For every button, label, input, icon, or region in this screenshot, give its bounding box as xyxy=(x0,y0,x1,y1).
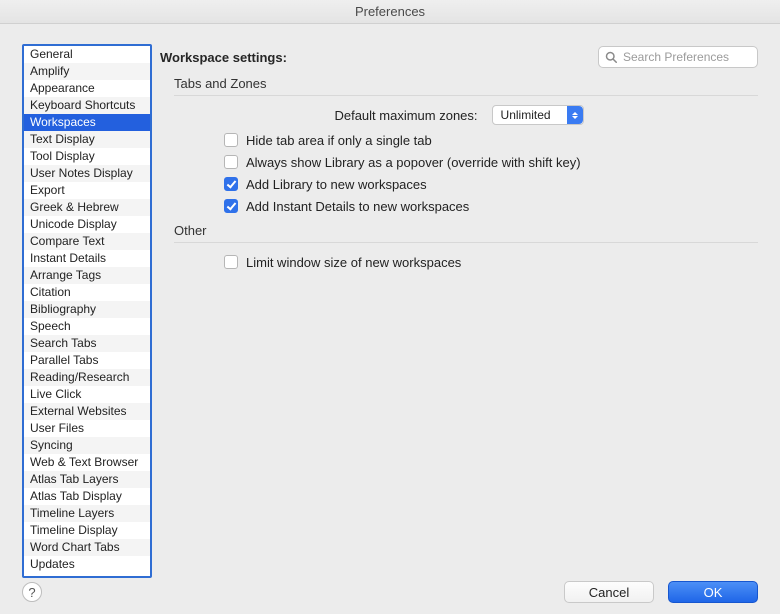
sidebar-item-general[interactable]: General xyxy=(24,46,150,63)
default-max-zones-select[interactable]: Unlimited xyxy=(492,105,584,125)
tabs-zones-checkbox-1[interactable] xyxy=(224,155,238,169)
sidebar-item-web-text-browser[interactable]: Web & Text Browser xyxy=(24,454,150,471)
sidebar-item-unicode-display[interactable]: Unicode Display xyxy=(24,216,150,233)
other-row: Limit window size of new workspaces xyxy=(160,251,758,273)
help-button[interactable]: ? xyxy=(22,582,42,602)
section-tabs-zones-label: Tabs and Zones xyxy=(160,76,758,91)
tabs-zones-checkbox-0[interactable] xyxy=(224,133,238,147)
sidebar-item-external-websites[interactable]: External Websites xyxy=(24,403,150,420)
sidebar-item-word-chart-tabs[interactable]: Word Chart Tabs xyxy=(24,539,150,556)
sidebar-item-text-display[interactable]: Text Display xyxy=(24,131,150,148)
sidebar-item-timeline-layers[interactable]: Timeline Layers xyxy=(24,505,150,522)
preferences-sidebar: GeneralAmplifyAppearanceKeyboard Shortcu… xyxy=(22,44,152,578)
tabs-zones-checkbox-3[interactable] xyxy=(224,199,238,213)
tabs-zones-label-2: Add Library to new workspaces xyxy=(246,177,427,192)
sidebar-item-instant-details[interactable]: Instant Details xyxy=(24,250,150,267)
search-input[interactable] xyxy=(621,49,751,65)
sidebar-item-amplify[interactable]: Amplify xyxy=(24,63,150,80)
tabs-zones-row: Always show Library as a popover (overri… xyxy=(160,151,758,173)
tabs-zones-label-1: Always show Library as a popover (overri… xyxy=(246,155,581,170)
divider xyxy=(174,242,758,243)
sidebar-item-timeline-display[interactable]: Timeline Display xyxy=(24,522,150,539)
sidebar-item-citation[interactable]: Citation xyxy=(24,284,150,301)
default-max-zones-value: Unlimited xyxy=(501,108,551,122)
sidebar-item-user-files[interactable]: User Files xyxy=(24,420,150,437)
sidebar-item-workspaces[interactable]: Workspaces xyxy=(24,114,150,131)
sidebar-item-speech[interactable]: Speech xyxy=(24,318,150,335)
sidebar-item-atlas-tab-layers[interactable]: Atlas Tab Layers xyxy=(24,471,150,488)
sidebar-item-reading-research[interactable]: Reading/Research xyxy=(24,369,150,386)
tabs-zones-row: Add Instant Details to new workspaces xyxy=(160,195,758,217)
sidebar-item-syncing[interactable]: Syncing xyxy=(24,437,150,454)
tabs-zones-row: Hide tab area if only a single tab xyxy=(160,129,758,151)
tabs-zones-label-0: Hide tab area if only a single tab xyxy=(246,133,432,148)
sidebar-item-greek-hebrew[interactable]: Greek & Hebrew xyxy=(24,199,150,216)
section-other-label: Other xyxy=(160,223,758,238)
window-title: Preferences xyxy=(0,0,780,24)
tabs-zones-label-3: Add Instant Details to new workspaces xyxy=(246,199,469,214)
cancel-button[interactable]: Cancel xyxy=(564,581,654,603)
sidebar-item-user-notes-display[interactable]: User Notes Display xyxy=(24,165,150,182)
sidebar-item-appearance[interactable]: Appearance xyxy=(24,80,150,97)
sidebar-item-keyboard-shortcuts[interactable]: Keyboard Shortcuts xyxy=(24,97,150,114)
default-max-zones-label: Default maximum zones: xyxy=(334,108,483,123)
other-checkbox-0[interactable] xyxy=(224,255,238,269)
sidebar-item-compare-text[interactable]: Compare Text xyxy=(24,233,150,250)
sidebar-item-bibliography[interactable]: Bibliography xyxy=(24,301,150,318)
sidebar-item-atlas-tab-display[interactable]: Atlas Tab Display xyxy=(24,488,150,505)
tabs-zones-row: Add Library to new workspaces xyxy=(160,173,758,195)
ok-button[interactable]: OK xyxy=(668,581,758,603)
sidebar-item-parallel-tabs[interactable]: Parallel Tabs xyxy=(24,352,150,369)
chevron-up-down-icon xyxy=(567,106,583,124)
tabs-zones-checkbox-2[interactable] xyxy=(224,177,238,191)
divider xyxy=(174,95,758,96)
page-title: Workspace settings: xyxy=(160,50,287,65)
sidebar-item-search-tabs[interactable]: Search Tabs xyxy=(24,335,150,352)
search-icon xyxy=(605,51,617,63)
search-field-wrap[interactable] xyxy=(598,46,758,68)
other-label-0: Limit window size of new workspaces xyxy=(246,255,461,270)
sidebar-item-arrange-tags[interactable]: Arrange Tags xyxy=(24,267,150,284)
question-icon: ? xyxy=(28,585,35,600)
sidebar-item-tool-display[interactable]: Tool Display xyxy=(24,148,150,165)
sidebar-item-live-click[interactable]: Live Click xyxy=(24,386,150,403)
sidebar-item-export[interactable]: Export xyxy=(24,182,150,199)
